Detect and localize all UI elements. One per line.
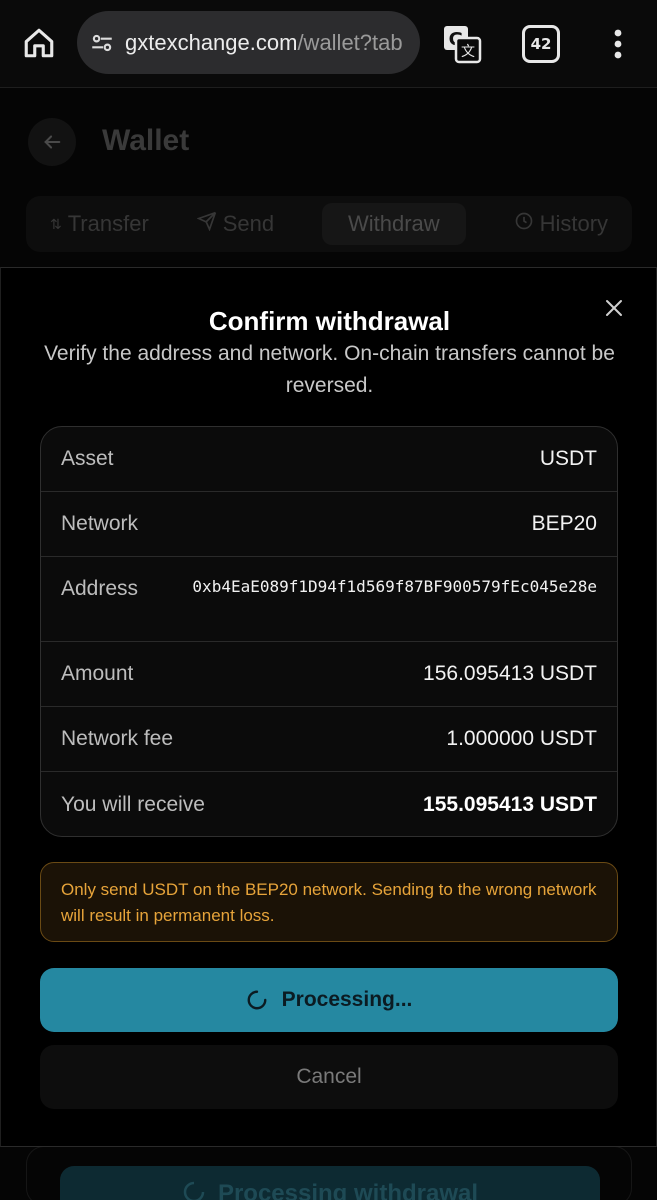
spinner-icon xyxy=(246,989,268,1011)
detail-label: You will receive xyxy=(61,792,205,816)
receive-value: 155.095413 USDT xyxy=(423,792,597,816)
detail-row-you-will-receive: You will receive 155.095413 USDT xyxy=(41,772,617,836)
processing-button[interactable]: Processing... xyxy=(40,968,618,1032)
detail-row-asset: Asset USDT xyxy=(41,427,617,492)
spinner-icon xyxy=(182,1180,206,1200)
address-value[interactable]: 0xb4EaE089f1D94f1d569f87BF900579fEc045e2… xyxy=(167,575,597,599)
send-icon xyxy=(196,211,217,237)
translate-icon[interactable]: G文 xyxy=(440,22,484,66)
more-vert-icon[interactable] xyxy=(600,22,636,66)
processing-withdrawal-button[interactable]: Processing withdrawal xyxy=(60,1166,600,1200)
network-warning: Only send USDT on the BEP20 network. Sen… xyxy=(40,862,618,942)
detail-value: 156.095413 USDT xyxy=(423,662,597,685)
dialog-title: Confirm withdrawal xyxy=(208,306,451,336)
confirm-withdrawal-dialog: Confirm withdrawal Verify the address an… xyxy=(0,267,657,1147)
tab-send[interactable]: Send xyxy=(196,211,275,237)
home-icon[interactable] xyxy=(18,22,60,64)
detail-row-network-fee: Network fee 1.000000 USDT xyxy=(41,707,617,772)
site-settings-icon[interactable] xyxy=(89,30,115,56)
detail-label: Network fee xyxy=(61,727,174,750)
url-host: gxtexchange.com xyxy=(125,29,298,55)
svg-text:文: 文 xyxy=(461,44,475,60)
detail-row-amount: Amount 156.095413 USDT xyxy=(41,642,617,707)
detail-row-address: Address 0xb4EaE089f1D94f1d569f87BF900579… xyxy=(41,557,617,642)
back-button[interactable] xyxy=(28,118,76,166)
wallet-tabs: ⇅ Transfer Send Withdraw History xyxy=(26,196,632,252)
tab-transfer-label: Transfer xyxy=(67,211,149,236)
detail-value: 1.000000 USDT xyxy=(446,727,597,750)
withdrawal-details: Asset USDT Network BEP20 Address 0xb4EaE… xyxy=(40,426,618,837)
detail-value: USDT xyxy=(539,447,597,470)
processing-withdrawal-label: Processing withdrawal xyxy=(217,1180,479,1200)
tab-send-label: Send xyxy=(222,211,275,236)
detail-value: BEP20 xyxy=(531,512,597,535)
detail-label: Asset xyxy=(61,447,114,470)
tab-history-label: History xyxy=(539,211,609,236)
tab-transfer[interactable]: ⇅ Transfer xyxy=(50,211,149,237)
tab-withdraw-label: Withdraw xyxy=(347,211,440,236)
tab-withdraw[interactable]: Withdraw xyxy=(321,203,466,245)
page-header: Wallet xyxy=(0,88,657,188)
tab-count-button[interactable]: 42 xyxy=(522,25,560,63)
dialog-subtitle: Verify the address and network. On-chain… xyxy=(44,342,615,397)
transfer-icon: ⇅ xyxy=(49,215,62,232)
page-title: Wallet xyxy=(102,124,190,157)
cancel-button[interactable]: Cancel xyxy=(40,1045,618,1109)
detail-label: Network xyxy=(61,512,139,535)
browser-toolbar: gxtexchange.com/wallet?tab G文 42 xyxy=(0,0,657,88)
detail-label: Address xyxy=(61,577,139,600)
detail-row-network: Network BEP20 xyxy=(41,492,617,557)
detail-label: Amount xyxy=(61,662,134,685)
clock-icon xyxy=(514,211,534,237)
processing-button-label: Processing... xyxy=(281,988,413,1011)
tab-history[interactable]: History xyxy=(514,211,608,237)
address-bar[interactable]: gxtexchange.com/wallet?tab xyxy=(77,11,420,74)
url-path: /wallet?tab xyxy=(297,29,403,55)
